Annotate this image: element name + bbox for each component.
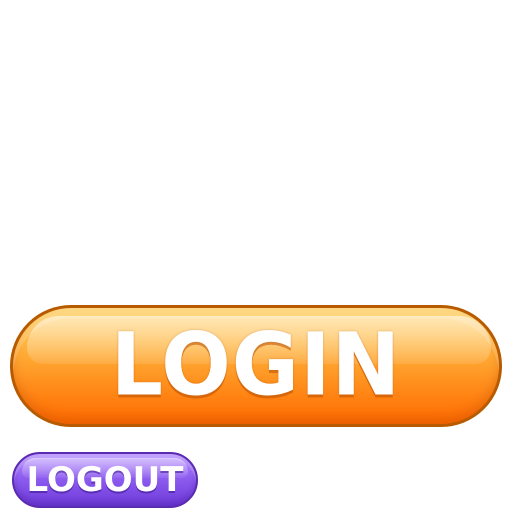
login-button[interactable]: LOGIN [10, 305, 502, 427]
logout-button-label: LOGOUT [26, 460, 184, 500]
login-button-label: LOGIN [110, 315, 402, 416]
logout-button[interactable]: LOGOUT [12, 452, 198, 508]
button-canvas: LOGIN LOGOUT [0, 0, 512, 512]
